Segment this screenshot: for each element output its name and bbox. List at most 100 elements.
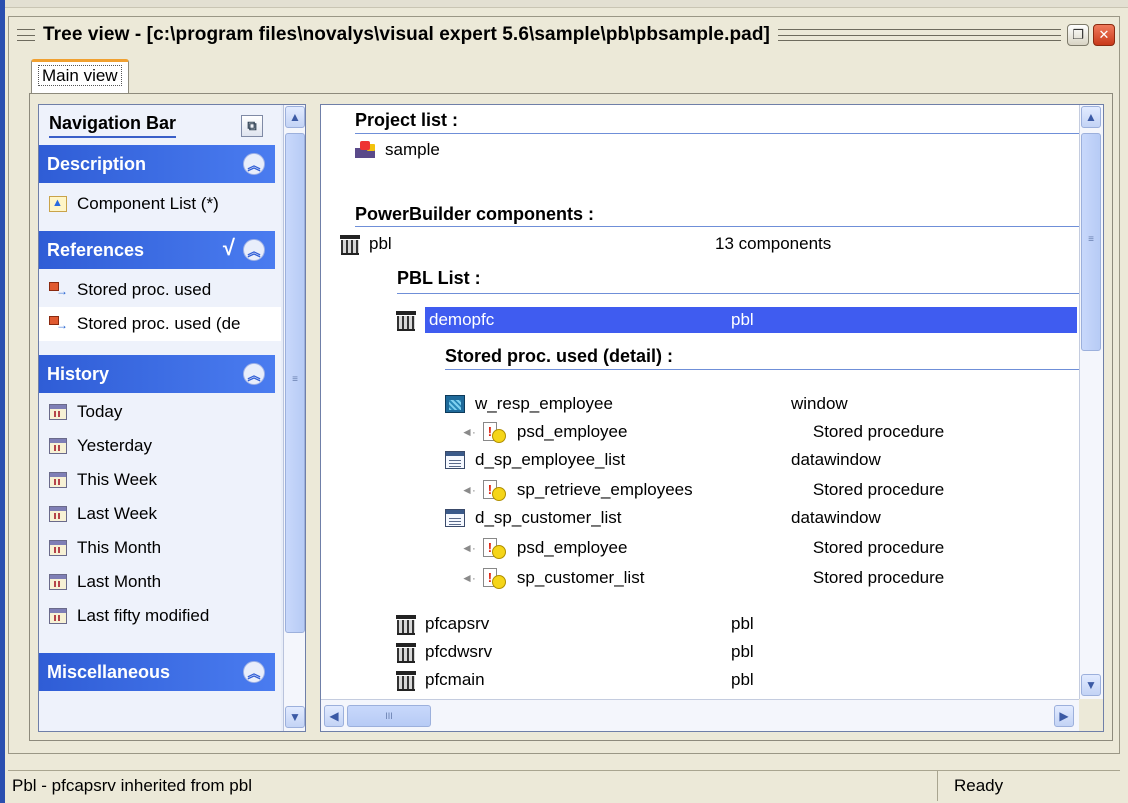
section-header-miscellaneous[interactable]: Miscellaneous ︽ <box>39 653 275 691</box>
scroll-right-button[interactable]: ▶ <box>1054 705 1074 727</box>
header-underline <box>445 369 1079 370</box>
tree-item-sp-retrieve-employees[interactable]: ◄· sp_retrieve_employees Stored procedur… <box>461 477 1079 503</box>
scroll-up-button[interactable]: ▲ <box>1081 106 1101 128</box>
section-miscellaneous: Miscellaneous ︽ <box>39 653 281 691</box>
tree-item-pfcdwsrv[interactable]: pfcdwsrv pbl <box>395 639 1079 665</box>
stored-procedure-icon <box>481 538 507 559</box>
tab-main-view[interactable]: Main view <box>31 59 129 93</box>
tree-item-pfcapsrv[interactable]: pfcapsrv pbl <box>395 611 1079 637</box>
tree-item-pfcmain[interactable]: pfcmain pbl <box>395 667 1079 693</box>
calendar-icon <box>49 472 67 488</box>
nav-item-last-week[interactable]: Last Week <box>39 497 281 531</box>
tree-item-label: pfcmain <box>425 670 485 689</box>
scroll-corner <box>1079 699 1103 731</box>
collapse-icon[interactable]: ︽ <box>243 363 265 385</box>
nav-item-today[interactable]: Today <box>39 395 281 429</box>
close-button[interactable]: ✕ <box>1093 24 1115 46</box>
tree-item-w-resp-employee[interactable]: w_resp_employee window <box>445 391 1079 417</box>
calendar-icon <box>49 438 67 454</box>
nav-item-label: Today <box>77 402 123 421</box>
calendar-icon <box>49 540 67 556</box>
collapse-icon[interactable]: ︽ <box>243 661 265 683</box>
title-bar[interactable]: Tree view - [c:\program files\novalys\vi… <box>9 17 1119 53</box>
nav-item-yesterday[interactable]: Yesterday <box>39 429 281 463</box>
tree-item-demopfc[interactable]: demopfc pbl <box>395 307 1079 333</box>
nav-item-label: Last Month <box>77 572 162 591</box>
navigation-bar-scrollbar[interactable]: ▲ ≡ ▼ <box>283 105 305 731</box>
library-icon <box>395 614 417 635</box>
tree-content: Project list : sample PowerBuilder compo… <box>321 105 1079 699</box>
nav-item-this-week[interactable]: This Week <box>39 463 281 497</box>
nav-item-component-list[interactable]: Component List (*) <box>39 187 281 221</box>
section-header-history[interactable]: History ︽ <box>39 355 275 393</box>
window-title: Tree view - [c:\program files\novalys\vi… <box>43 24 770 45</box>
tree-item-type: Stored procedure <box>812 538 945 557</box>
status-message: Pbl - pfcapsrv inherited from pbl <box>8 770 938 801</box>
collapse-icon[interactable]: ︽ <box>243 239 265 261</box>
component-list-icon <box>49 196 67 212</box>
tree-item-type: Stored procedure <box>812 568 945 587</box>
tree-item-label: d_sp_employee_list <box>475 450 626 469</box>
tree-item-d-sp-customer-list[interactable]: d_sp_customer_list datawindow <box>445 505 1079 531</box>
scroll-thumb-horizontal[interactable]: III <box>347 705 431 727</box>
tree-item-label: w_resp_employee <box>475 394 613 413</box>
scroll-thumb[interactable]: ≡ <box>285 133 305 633</box>
section-header-description[interactable]: Description ︽ <box>39 145 275 183</box>
tree-item-project-sample[interactable]: sample <box>353 137 440 163</box>
navigation-bar-header: Navigation Bar ⧉ <box>39 105 281 145</box>
restore-button[interactable]: ❐ <box>1067 24 1089 46</box>
library-icon <box>339 234 361 255</box>
datawindow-icon <box>445 509 465 527</box>
datawindow-icon <box>445 451 465 469</box>
scroll-thumb-grip: ≡ <box>1088 234 1094 245</box>
library-icon <box>395 310 417 331</box>
nav-item-label: Last fifty modified <box>77 606 210 625</box>
tree-vertical-scrollbar[interactable]: ▲ ≡ ▼ <box>1079 105 1103 699</box>
tree-item-type: pbl <box>731 642 754 661</box>
window-icon <box>445 395 465 413</box>
status-bar: Pbl - pfcapsrv inherited from pbl Ready <box>8 770 1120 801</box>
scroll-down-button[interactable]: ▼ <box>285 706 305 728</box>
nav-item-label: Stored proc. used <box>77 280 212 299</box>
tree-item-type: pbl <box>731 614 754 633</box>
section-references: References √ ︽ Stored proc. used Stored … <box>39 231 281 341</box>
stored-procedure-icon <box>481 422 507 443</box>
tree-item-label: pbl <box>369 234 392 253</box>
tree-item-label: pfcdwsrv <box>425 642 493 661</box>
tree-view-window: Tree view - [c:\program files\novalys\vi… <box>8 16 1120 754</box>
collapse-icon[interactable]: ︽ <box>243 153 265 175</box>
scroll-up-button[interactable]: ▲ <box>285 106 305 128</box>
tree-item-label: sp_retrieve_employees <box>516 480 693 499</box>
nav-item-label: Stored proc. used (de <box>77 314 241 333</box>
tree-item-type: datawindow <box>791 450 881 469</box>
scroll-thumb[interactable]: ≡ <box>1081 133 1101 351</box>
tree-item-psd-employee[interactable]: ◄· psd_employee Stored procedure <box>461 419 1079 445</box>
tab-main-view-label: Main view <box>38 65 122 86</box>
tree-item-pbl[interactable]: pbl 13 components <box>339 231 1059 257</box>
tree-item-type: datawindow <box>791 508 881 527</box>
nav-item-label: Yesterday <box>77 436 152 455</box>
nav-item-last-month[interactable]: Last Month <box>39 565 281 599</box>
nav-item-stored-proc-used[interactable]: Stored proc. used <box>39 273 281 307</box>
tree-horizontal-scrollbar[interactable]: ◀ III ▶ <box>321 699 1079 731</box>
scroll-left-button[interactable]: ◀ <box>324 705 344 727</box>
window-pin-icon[interactable]: ⧉ <box>241 115 263 137</box>
tree-item-label: sp_customer_list <box>516 568 645 587</box>
stored-proc-icon <box>49 316 68 332</box>
section-header-references[interactable]: References √ ︽ <box>39 231 275 269</box>
tree-item-d-sp-employee-list[interactable]: d_sp_employee_list datawindow <box>445 447 1079 473</box>
stored-procedure-icon <box>481 480 507 501</box>
tab-bar: Main view <box>31 59 129 93</box>
left-window-edge <box>0 0 5 803</box>
nav-item-last-fifty-modified[interactable]: Last fifty modified <box>39 599 281 633</box>
scroll-down-button[interactable]: ▼ <box>1081 674 1101 696</box>
nav-item-this-month[interactable]: This Month <box>39 531 281 565</box>
nav-item-label: Last Week <box>77 504 158 523</box>
nav-item-stored-proc-used-detail[interactable]: Stored proc. used (de <box>39 307 281 341</box>
tree-item-info: 13 components <box>715 234 832 253</box>
calendar-icon <box>49 506 67 522</box>
tree-item-label: pfcapsrv <box>425 614 490 633</box>
tree-item-psd-employee-2[interactable]: ◄· psd_employee Stored procedure <box>461 535 1079 561</box>
title-grip-line <box>778 29 1061 41</box>
tree-item-sp-customer-list[interactable]: ◄· sp_customer_list Stored procedure <box>461 565 1079 591</box>
